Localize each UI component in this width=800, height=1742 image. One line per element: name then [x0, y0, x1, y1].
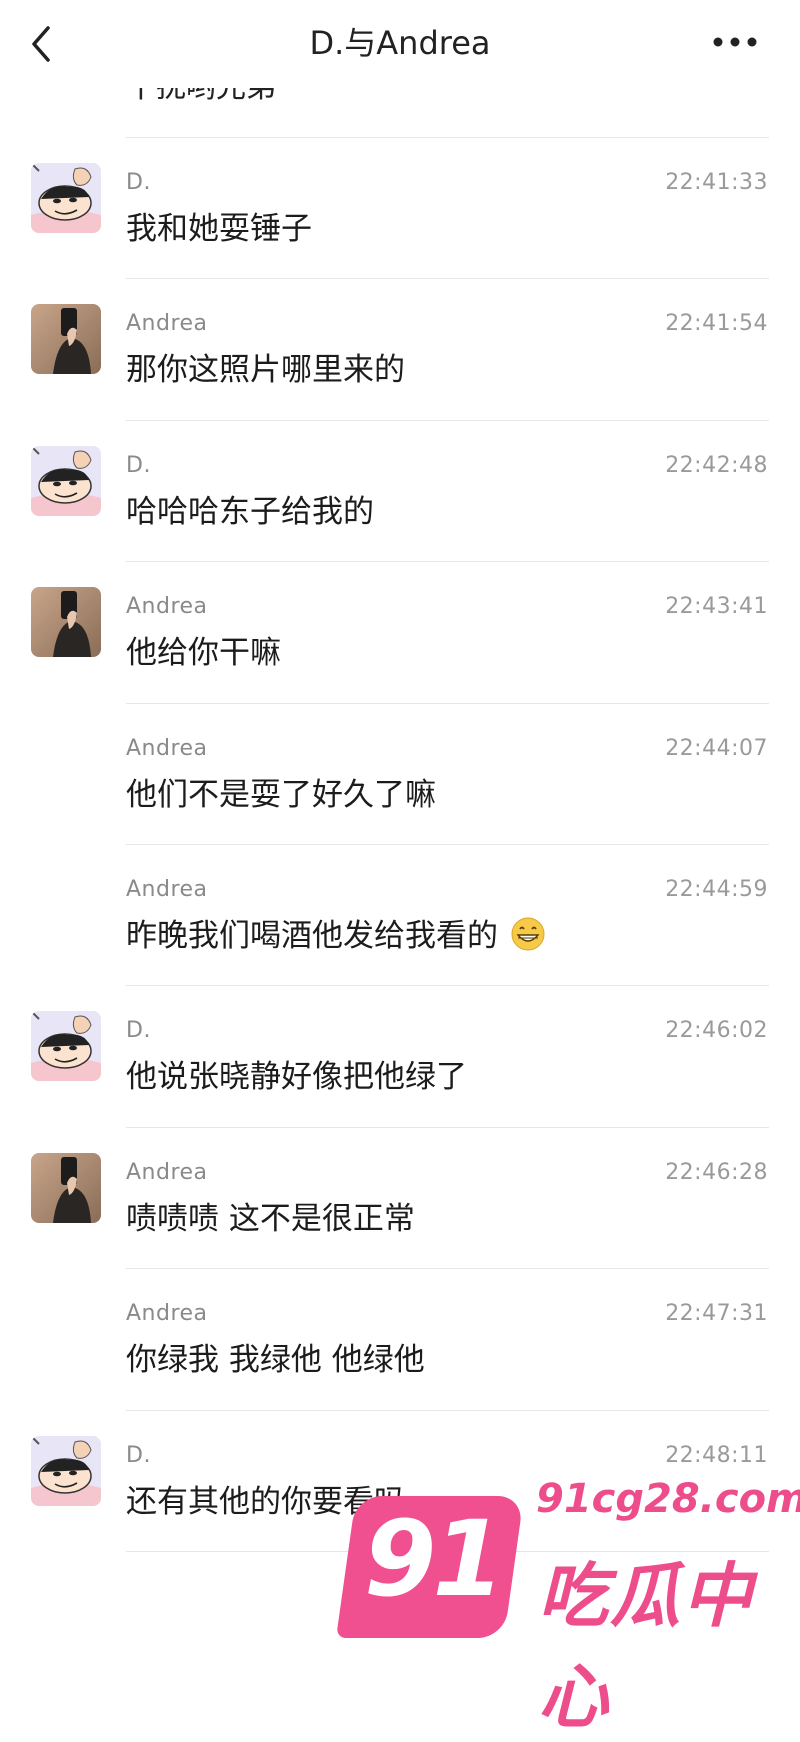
avatar-d[interactable]	[31, 163, 101, 233]
message-text: 你绿我 我绿他 他绿他	[126, 1342, 425, 1379]
message-text-wrap: 那你这照片哪里来的	[126, 348, 405, 392]
message-time: 22:47:31	[665, 1301, 768, 1327]
message-text-wrap: 我和她耍锤子	[126, 207, 312, 251]
message-text: 那你这照片哪里来的	[126, 352, 405, 389]
watermark: 91 91cg28.com 吃瓜中心	[336, 1476, 800, 1738]
photo-avatar-image	[31, 304, 101, 375]
message-row[interactable]: D. 22:41:33 我和她耍锤子	[0, 137, 800, 286]
chat-title: D.与Andrea	[309, 24, 491, 62]
message-text-wrap: 啧啧啧 这不是很正常	[126, 1197, 415, 1241]
watermark-number: 91	[364, 1498, 505, 1620]
avatar-andrea[interactable]	[31, 1152, 101, 1223]
grin-emoji	[498, 917, 546, 954]
message-text-wrap: 哈哈哈东子给我的	[126, 490, 374, 534]
message-text-wrap: 昨晚我们喝酒他发给我看的	[126, 914, 546, 958]
message-time: 22:41:33	[665, 170, 768, 195]
message-text-wrap: 他说张晓静好像把他绿了	[126, 1055, 467, 1099]
message-text-wrap: 你绿我 我绿他 他绿他	[126, 1338, 425, 1382]
sender-name: Andrea	[126, 1301, 208, 1327]
sender-name: Andrea	[126, 594, 208, 620]
avatar-d[interactable]	[31, 1435, 101, 1506]
sender-name: Andrea	[126, 735, 208, 761]
message-row[interactable]: D. 22:46:02 他说张晓静好像把他绿了	[0, 985, 800, 1134]
avatar-andrea[interactable]	[31, 587, 101, 658]
sender-name: D.	[126, 1018, 151, 1044]
cartoon-avatar-image	[31, 163, 101, 233]
sender-name: Andrea	[126, 877, 208, 902]
message-text: 他给你干嘛	[126, 635, 281, 672]
message-text: 哈哈哈东子给我的	[126, 493, 374, 530]
message-text: 他们不是耍了好久了嘛	[126, 776, 436, 813]
message-row[interactable]: Andrea 22:43:41 他给你干嘛	[0, 561, 800, 710]
watermark-domain: 91cg28.com	[536, 1476, 800, 1522]
message-time: 22:46:28	[665, 1159, 768, 1185]
message-time: 22:44:07	[665, 735, 768, 761]
photo-avatar-image	[31, 1152, 101, 1223]
message-row[interactable]: Andrea 22:41:54 那你这照片哪里来的	[0, 278, 800, 427]
message-text: 啧啧啧 这不是很正常	[126, 1200, 415, 1237]
message-time: 22:48:11	[665, 1442, 768, 1468]
message-time: 22:41:54	[665, 311, 768, 337]
sender-name: Andrea	[126, 1159, 208, 1185]
message-row[interactable]: Andrea 22:44:07 他们不是耍了好久了嘛	[0, 703, 800, 852]
message-row[interactable]: Andrea 22:46:28 啧啧啧 这不是很正常	[0, 1127, 800, 1276]
message-text: 我和她耍锤子	[126, 211, 312, 247]
avatar-andrea[interactable]	[31, 304, 101, 375]
message-row[interactable]: Andrea 22:47:31 你绿我 我绿他 他绿他	[0, 1268, 800, 1417]
watermark-name: 吃瓜中心	[538, 1555, 754, 1738]
photo-avatar-image	[31, 587, 101, 658]
avatar-d[interactable]	[31, 445, 101, 516]
cartoon-avatar-image	[31, 1435, 101, 1506]
message-time: 22:42:48	[665, 452, 768, 478]
sender-name: D.	[126, 1442, 151, 1468]
sender-name: Andrea	[126, 311, 208, 337]
message-text: 昨晚我们喝酒他发给我看的	[126, 918, 498, 954]
sender-name: D.	[126, 170, 151, 195]
message-time: 22:46:02	[665, 1018, 768, 1044]
cartoon-avatar-image	[31, 1011, 101, 1082]
cartoon-avatar-image	[31, 445, 101, 516]
message-text-wrap: 他给你干嘛	[126, 631, 281, 675]
message-text: 他说张晓静好像把他绿了	[126, 1059, 467, 1096]
message-row[interactable]: Andrea 22:44:59 昨晚我们喝酒他发给我看的	[0, 844, 800, 993]
message-text-wrap: 他们不是耍了好久了嘛	[126, 773, 436, 817]
grin-emoji-icon	[511, 917, 545, 951]
message-time: 22:44:59	[665, 877, 768, 902]
chat-header: D.与Andrea	[0, 0, 800, 88]
more-dots-icon	[713, 37, 757, 47]
sender-name: D.	[126, 452, 151, 478]
message-row[interactable]: D. 22:42:48 哈哈哈东子给我的	[0, 420, 800, 569]
message-time: 22:43:41	[665, 594, 768, 620]
more-button[interactable]	[710, 30, 760, 54]
avatar-d[interactable]	[31, 1011, 101, 1082]
